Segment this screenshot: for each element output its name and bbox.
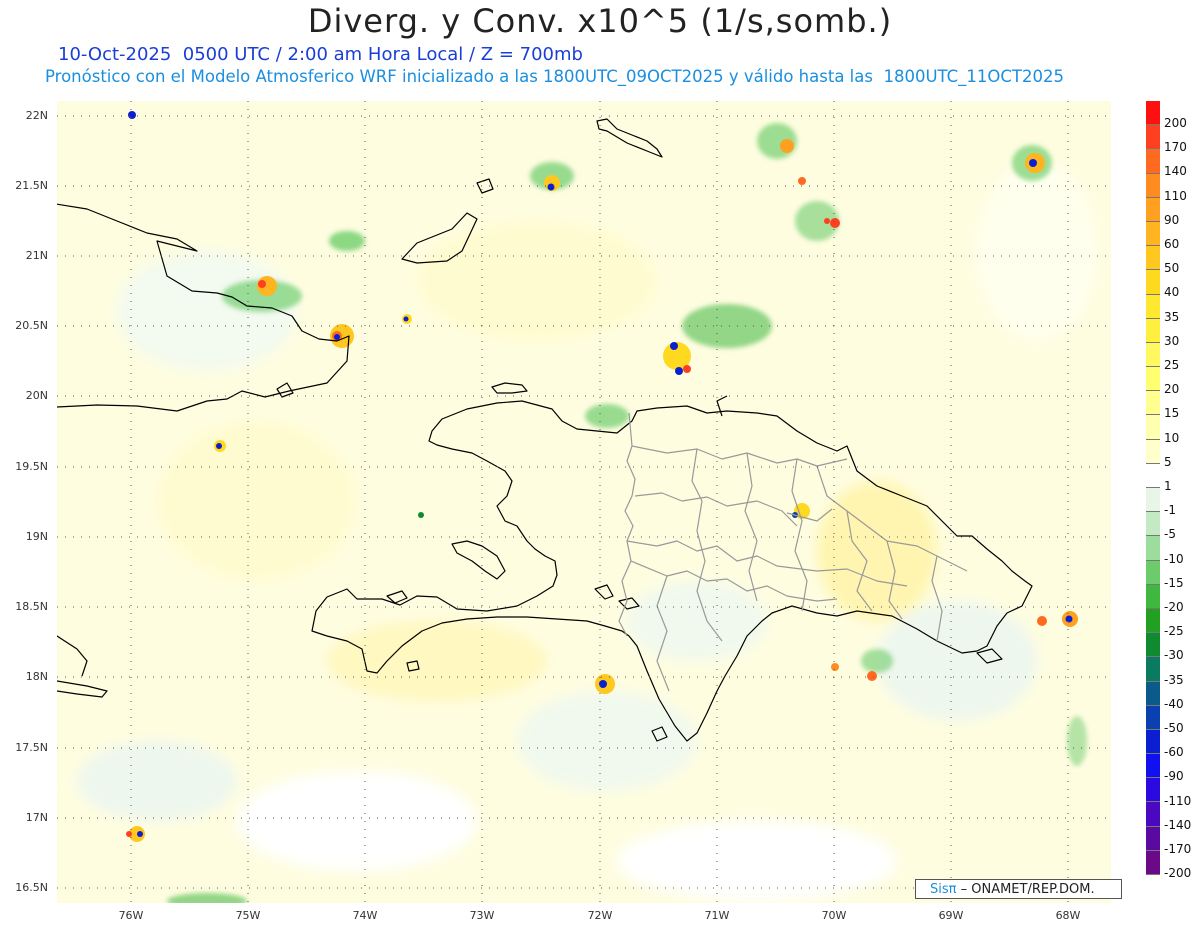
colorbar-swatch bbox=[1146, 221, 1160, 247]
lat-label: 18N bbox=[25, 670, 48, 683]
lat-label: 20.5N bbox=[15, 319, 48, 332]
lat-label: 19.5N bbox=[15, 460, 48, 473]
colorbar-label: 1 bbox=[1164, 479, 1172, 493]
lon-label: 70W bbox=[821, 909, 847, 922]
lon-label: 72W bbox=[587, 909, 613, 922]
colorbar-label: 40 bbox=[1164, 285, 1180, 300]
colorbar-label: 5 bbox=[1164, 454, 1172, 469]
model-info-line: Pronóstico con el Modelo Atmosferico WRF… bbox=[45, 67, 1064, 86]
colorbar-label: -50 bbox=[1164, 721, 1184, 735]
colorbar-label: 170 bbox=[1164, 140, 1187, 155]
colorbar-label: -110 bbox=[1164, 793, 1192, 808]
colorbar-label: 110 bbox=[1164, 188, 1187, 203]
colorbar-label: -170 bbox=[1164, 842, 1192, 856]
colorbar-swatch bbox=[1146, 584, 1160, 609]
sispi-logo: Sisπ bbox=[930, 882, 957, 897]
colorbar-swatch bbox=[1146, 197, 1160, 222]
lon-label: 74W bbox=[352, 909, 378, 922]
divergence-map bbox=[57, 101, 1111, 903]
colorbar-label: -140 bbox=[1164, 817, 1192, 832]
lat-label: 21.5N bbox=[15, 179, 48, 192]
colorbar-swatch bbox=[1146, 633, 1160, 658]
lon-label: 75W bbox=[235, 909, 261, 922]
colorbar-label: 10 bbox=[1164, 430, 1180, 445]
colorbar-swatch bbox=[1146, 705, 1160, 730]
colorbar-swatch bbox=[1146, 246, 1160, 271]
colorbar-swatch bbox=[1146, 754, 1160, 779]
colorbar-swatch bbox=[1146, 512, 1160, 537]
brand-footer: Sisπ – ONAMET/REP.DOM. bbox=[915, 879, 1122, 899]
colorbar-label: -90 bbox=[1164, 769, 1184, 784]
colorbar-swatch bbox=[1146, 125, 1160, 150]
lat-label: 22N bbox=[25, 109, 48, 122]
colorbar-label: 35 bbox=[1164, 309, 1180, 324]
colorbar-swatch bbox=[1146, 488, 1160, 513]
lon-label: 68W bbox=[1055, 909, 1081, 922]
colorbar-swatch bbox=[1146, 101, 1160, 126]
colorbar-swatch bbox=[1146, 729, 1160, 755]
colorbar-swatch bbox=[1146, 391, 1160, 416]
colorbar-swatch bbox=[1146, 270, 1160, 295]
colorbar-label: -10 bbox=[1164, 551, 1184, 566]
lat-label: 17.5N bbox=[15, 741, 48, 754]
colorbar-label: 60 bbox=[1164, 237, 1180, 251]
colorbar-label: 20 bbox=[1164, 382, 1180, 397]
lon-label: 69W bbox=[938, 909, 964, 922]
colorbar-swatch bbox=[1146, 536, 1160, 561]
colorbar-swatch bbox=[1146, 560, 1160, 585]
colorbar-swatch bbox=[1146, 681, 1160, 706]
lon-label: 76W bbox=[118, 909, 144, 922]
colorbar-swatch bbox=[1146, 415, 1160, 440]
colorbar-label: -25 bbox=[1164, 624, 1184, 639]
chart-title: Diverg. y Conv. x10^5 (1/s,somb.) bbox=[307, 2, 893, 40]
lon-label: 73W bbox=[469, 909, 495, 922]
colorbar-label: 140 bbox=[1164, 164, 1187, 179]
brand-text: – ONAMET/REP.DOM. bbox=[956, 882, 1095, 897]
colorbar-label: -30 bbox=[1164, 648, 1184, 663]
colorbar-swatch bbox=[1146, 802, 1160, 827]
lat-label: 19N bbox=[25, 530, 48, 543]
colorbar-swatch bbox=[1146, 149, 1160, 174]
colorbar-label: 90 bbox=[1164, 212, 1180, 227]
colorbar-swatch bbox=[1146, 342, 1160, 368]
colorbar bbox=[1146, 101, 1160, 875]
colorbar-swatch bbox=[1146, 778, 1160, 803]
colorbar-swatch bbox=[1146, 173, 1160, 198]
lon-label: 71W bbox=[704, 909, 730, 922]
colorbar-label: 25 bbox=[1164, 358, 1180, 372]
colorbar-swatch bbox=[1146, 608, 1160, 634]
colorbar-label: 15 bbox=[1164, 406, 1180, 421]
lat-label: 16.5N bbox=[15, 881, 48, 894]
colorbar-label: -15 bbox=[1164, 575, 1184, 590]
colorbar-swatch bbox=[1146, 826, 1160, 851]
lat-label: 17N bbox=[25, 811, 48, 824]
colorbar-label: -1 bbox=[1164, 503, 1176, 518]
lat-label: 20N bbox=[25, 389, 48, 402]
colorbar-label: -200 bbox=[1164, 866, 1192, 881]
lat-label: 21N bbox=[25, 249, 48, 262]
valid-time-line: 10-Oct-2025 0500 UTC / 2:00 am Hora Loca… bbox=[58, 44, 583, 65]
colorbar-label: -60 bbox=[1164, 745, 1184, 760]
colorbar-swatch bbox=[1146, 294, 1160, 319]
colorbar-swatch bbox=[1146, 657, 1160, 682]
colorbar-label: -35 bbox=[1164, 672, 1184, 687]
colorbar-label: 30 bbox=[1164, 333, 1180, 348]
colorbar-label: -5 bbox=[1164, 527, 1176, 542]
colorbar-label: -20 bbox=[1164, 600, 1184, 614]
colorbar-swatch bbox=[1146, 439, 1160, 464]
colorbar-label: 200 bbox=[1164, 116, 1187, 130]
colorbar-label: 50 bbox=[1164, 261, 1180, 276]
colorbar-swatch bbox=[1146, 318, 1160, 343]
colorbar-label: -40 bbox=[1164, 696, 1184, 711]
colorbar-swatch bbox=[1146, 850, 1160, 875]
colorbar-swatch bbox=[1146, 463, 1160, 488]
colorbar-swatch bbox=[1146, 367, 1160, 392]
lat-label: 18.5N bbox=[15, 600, 48, 613]
